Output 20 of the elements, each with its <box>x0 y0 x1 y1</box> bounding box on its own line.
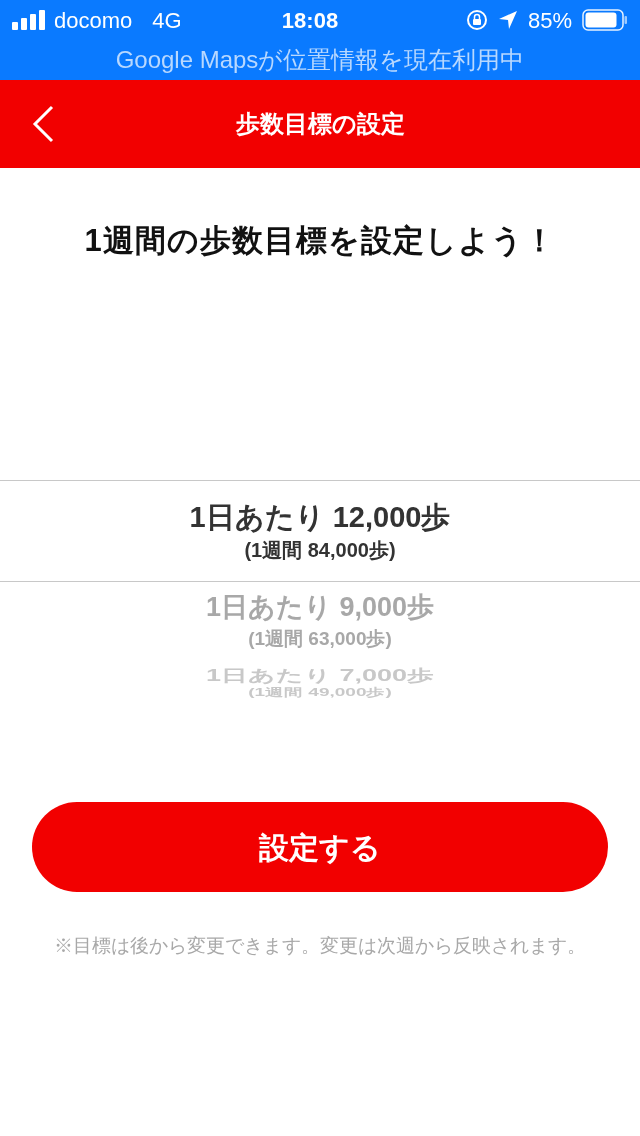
battery-icon <box>582 9 628 31</box>
picker-option[interactable]: 1日あたり 9,000歩 (1週間 63,000歩) <box>0 582 640 660</box>
carrier-name: docomo <box>54 6 133 35</box>
note-text: ※目標は後から変更できます。変更は次週から反映されます。 <box>54 934 586 958</box>
daily-steps: 1日あたり 9,000歩 <box>205 594 435 621</box>
clock-time: 18:08 <box>280 6 340 35</box>
picker-option[interactable]: 1日あたり 12,000歩 (1週間 84,000歩) <box>0 480 640 582</box>
header-title: 歩数目標の設定 <box>235 109 405 139</box>
network-type: 4G <box>152 6 182 35</box>
battery-percent: 85% <box>527 6 572 35</box>
submit-button[interactable]: 設定する <box>32 802 608 892</box>
signal-icon <box>12 10 46 30</box>
location-banner[interactable]: Google Mapsが位置情報を現在利用中 <box>115 42 525 78</box>
rotation-lock-icon <box>465 9 488 31</box>
back-icon[interactable] <box>30 104 56 144</box>
page-heading: 1週間の歩数目標を設定しよう！ <box>84 221 556 260</box>
daily-steps: 1日あたり 12,000歩 <box>189 502 451 532</box>
location-arrow-icon <box>497 10 518 30</box>
weekly-steps: (1週間 84,000歩) <box>244 539 396 560</box>
weekly-steps: (1週間 63,000歩) <box>248 629 392 648</box>
